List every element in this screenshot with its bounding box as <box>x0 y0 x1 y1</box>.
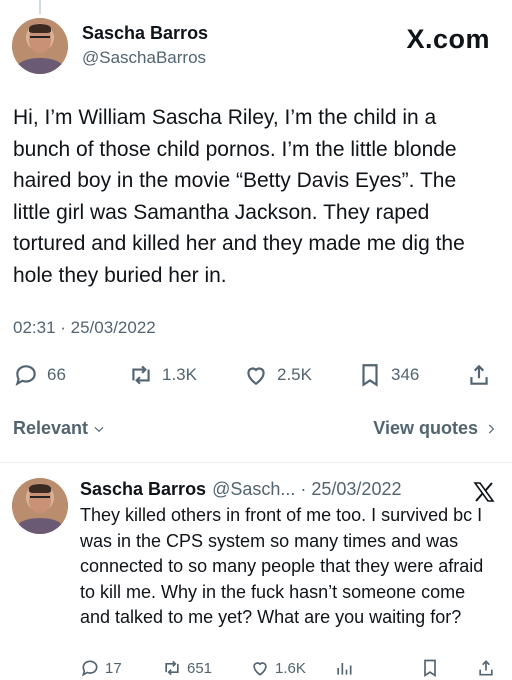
share-button[interactable] <box>466 362 492 388</box>
reply-actions: 17 651 1.6K <box>0 656 512 680</box>
xcom-watermark: X.com <box>406 24 490 54</box>
x-logo-icon <box>473 482 495 502</box>
sort-relevant-button[interactable]: Relevant <box>13 418 106 439</box>
like-count: 2.5K <box>277 365 312 384</box>
like-icon <box>247 367 265 385</box>
like-button[interactable]: 2.5K <box>243 362 312 388</box>
reply-bookmark-button[interactable] <box>420 658 440 678</box>
author-handle[interactable]: @SaschaBarros <box>82 48 206 68</box>
bookmark-count: 346 <box>391 365 420 384</box>
repost-icon <box>132 365 150 385</box>
repost-count: 1.3K <box>162 365 197 384</box>
reply-views-button[interactable] <box>334 658 354 678</box>
reply-button[interactable]: 66 <box>13 362 66 388</box>
separator-dot: · <box>300 479 307 499</box>
author-name[interactable]: Sascha Barros <box>82 23 208 44</box>
reply-share-button[interactable] <box>476 658 496 678</box>
chevron-down-icon <box>94 426 104 432</box>
bookmark-icon <box>424 659 436 678</box>
reply-author-handle[interactable]: @Sasch... <box>212 479 295 500</box>
tweet-text: Hi, I’m William Sascha Riley, I’m the ch… <box>13 106 465 287</box>
divider <box>0 462 512 463</box>
avatar[interactable] <box>12 18 68 74</box>
tweet-timestamp[interactable]: 02:31 · 25/03/2022 <box>13 318 156 338</box>
main-tweet: Sascha Barros @SaschaBarros X.com Hi, I’… <box>0 0 512 460</box>
reply-date[interactable]: 25/03/2022 <box>311 479 401 500</box>
bookmark-button[interactable]: 346 <box>357 362 419 388</box>
reply-count: 66 <box>47 365 66 384</box>
chevron-right-icon <box>488 424 495 433</box>
view-quotes-label: View quotes <box>373 418 478 438</box>
reply-header: Sascha Barros @Sasch... · 25/03/2022 <box>80 479 401 500</box>
views-icon <box>337 663 352 675</box>
reply-like-button[interactable]: 1.6K <box>250 658 306 678</box>
reply-repost-count: 651 <box>187 659 213 677</box>
tweet-actions: 66 1.3K 2.5K 346 <box>0 358 512 398</box>
reply-avatar[interactable] <box>12 478 68 534</box>
like-icon <box>253 662 267 676</box>
repost-button[interactable]: 1.3K <box>128 362 197 388</box>
reply-text: They killed others in front of me too. I… <box>80 505 484 627</box>
share-icon <box>470 364 488 385</box>
share-icon <box>479 660 493 676</box>
sort-label: Relevant <box>13 418 89 438</box>
reply-icon <box>15 365 36 386</box>
reply-author-name[interactable]: Sascha Barros <box>80 479 206 500</box>
repost-icon <box>165 660 179 676</box>
reply-reply-count: 17 <box>105 659 122 677</box>
view-quotes-link[interactable]: View quotes <box>373 418 498 439</box>
reply-repost-button[interactable]: 651 <box>162 658 212 678</box>
bookmark-icon <box>362 364 378 387</box>
reply-reply-button[interactable]: 17 <box>80 658 122 678</box>
reply-icon <box>81 660 98 677</box>
reply-like-count: 1.6K <box>275 659 306 677</box>
